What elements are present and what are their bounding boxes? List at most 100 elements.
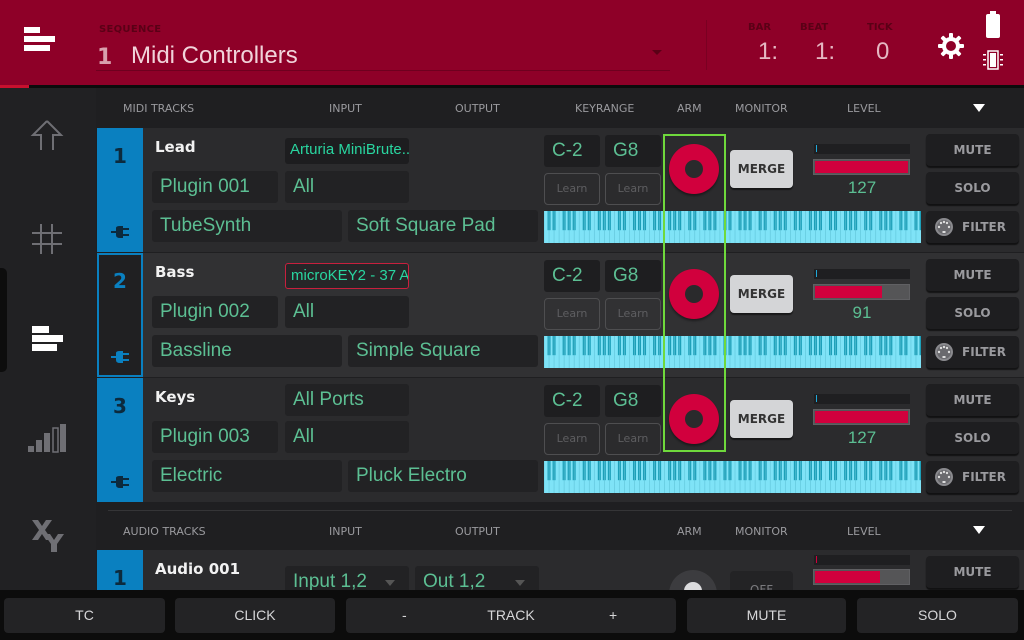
arm-button[interactable] [669,269,719,319]
dropdown-caret-icon [385,580,395,586]
instrument-field[interactable]: TubeSynth [152,210,342,242]
midi-track-row[interactable]: 2 Bass microKEY2 - 37 Air... Plugin 002 … [97,253,1024,377]
filter-button[interactable]: FILTER [926,211,1019,243]
mute-mode-button[interactable]: MUTE [687,598,846,633]
audio-input-header: INPUT [329,525,362,538]
learn-high-button[interactable]: Learn [605,423,661,455]
channel-field[interactable]: All [285,171,409,203]
plugin-field[interactable]: Plugin 001 [152,171,278,203]
level-slider[interactable] [813,284,910,300]
header-bar: SEQUENCE 1 Midi Controllers BAR 1: BEAT … [0,0,1024,85]
arm-button[interactable] [669,394,719,444]
midi-tracks-header: MIDI TRACKS [123,102,195,115]
learn-high-button[interactable]: Learn [605,298,661,330]
xy-icon[interactable] [28,516,66,554]
track-number: 1 [113,566,127,590]
arm-button[interactable] [669,144,719,194]
track-list-icon[interactable] [28,320,66,358]
track-name[interactable]: Lead [155,138,196,156]
bar-value[interactable]: 1: [758,38,778,66]
tick-value[interactable]: 0 [876,38,889,66]
midi-section-collapse-caret-icon[interactable] [973,104,985,112]
midi-track-row[interactable]: 3 Keys All Ports Plugin 003 All Electric… [97,378,1024,502]
arm-button[interactable] [669,570,717,590]
instrument-field[interactable]: Electric [152,460,342,492]
track-name[interactable]: Bass [155,263,194,281]
audio-output-value: Out 1,2 [423,571,486,590]
key-high-field[interactable]: G8 [605,135,661,167]
gear-icon[interactable] [937,32,965,60]
mute-button[interactable]: MUTE [926,556,1019,588]
solo-button[interactable]: SOLO [926,297,1019,329]
solo-button[interactable]: SOLO [926,172,1019,204]
solo-button[interactable]: SOLO [926,422,1019,454]
plugin-field[interactable]: Plugin 003 [152,421,278,453]
menu-icon[interactable] [24,27,58,55]
monitor-button[interactable]: MERGE [730,150,793,188]
preset-field[interactable]: Simple Square [348,335,538,367]
click-button[interactable]: CLICK [175,598,335,633]
audio-track-row[interactable]: 1 Audio 001 Input 1,2 Out 1,2 OFF MUTE [97,550,1024,590]
monitor-button[interactable]: MERGE [730,400,793,438]
tick-label: TICK [867,22,893,33]
track-stepper[interactable]: - TRACK + [346,598,676,633]
grid-icon[interactable] [28,220,66,258]
solo-mode-button[interactable]: SOLO [857,598,1018,633]
level-slider[interactable] [813,569,910,585]
audio-output-dropdown[interactable]: Out 1,2 [415,566,539,590]
learn-low-button[interactable]: Learn [544,298,600,330]
track-number: 1 [113,144,127,168]
filter-button[interactable]: FILTER [926,336,1019,368]
preset-field[interactable]: Pluck Electro [348,460,538,492]
channel-field[interactable]: All [285,296,409,328]
audio-section-collapse-caret-icon[interactable] [973,526,985,534]
track-next-button[interactable]: + [609,598,617,633]
level-slider[interactable] [813,409,910,425]
midi-track-row[interactable]: 1 Lead Arturia MiniBrute... Plugin 001 A… [97,128,1024,252]
key-high-field[interactable]: G8 [605,260,661,292]
learn-high-button[interactable]: Learn [605,173,661,205]
keyrange-keyboard[interactable] [544,211,921,243]
mute-button[interactable]: MUTE [926,134,1019,166]
preset-field[interactable]: Soft Square Pad [348,210,538,242]
filter-button[interactable]: FILTER [926,461,1019,493]
audio-input-dropdown[interactable]: Input 1,2 [285,566,409,590]
input-port-field[interactable]: Arturia MiniBrute... [285,138,409,164]
sequence-dropdown-caret-icon[interactable] [652,50,662,55]
sequence-name[interactable]: Midi Controllers [131,42,298,70]
track-label: TRACK [487,607,535,623]
beat-value[interactable]: 1: [815,38,835,66]
plug-icon [111,226,129,238]
level-bars-icon[interactable] [28,418,66,456]
black-key [919,461,921,481]
plugin-field[interactable]: Plugin 002 [152,296,278,328]
track-number-tab[interactable]: 2 [97,253,143,377]
instrument-field[interactable]: Bassline [152,335,342,367]
arrow-up-icon[interactable] [28,118,66,156]
keyrange-keyboard[interactable] [544,461,921,493]
input-port-field[interactable]: All Ports [285,384,409,416]
key-low-field[interactable]: C-2 [544,385,600,417]
mute-button[interactable]: MUTE [926,259,1019,291]
mute-button[interactable]: MUTE [926,384,1019,416]
key-low-field[interactable]: C-2 [544,260,600,292]
header-progress-strip [0,85,1024,88]
channel-field[interactable]: All [285,421,409,453]
track-name[interactable]: Audio 001 [155,560,240,578]
input-port-field[interactable]: microKEY2 - 37 Air... [285,263,409,289]
track-number-tab[interactable]: 1 [97,550,143,590]
track-prev-button[interactable]: - [402,598,407,633]
learn-low-button[interactable]: Learn [544,423,600,455]
section-divider [108,510,1012,511]
monitor-button[interactable]: OFF [730,571,793,590]
level-slider[interactable] [813,159,910,175]
track-number-tab[interactable]: 3 [97,378,143,502]
monitor-button[interactable]: MERGE [730,275,793,313]
key-low-field[interactable]: C-2 [544,135,600,167]
track-name[interactable]: Keys [155,388,195,406]
key-high-field[interactable]: G8 [605,385,661,417]
learn-low-button[interactable]: Learn [544,173,600,205]
tc-button[interactable]: TC [4,598,165,633]
track-number-tab[interactable]: 1 [97,128,143,252]
keyrange-keyboard[interactable] [544,336,921,368]
